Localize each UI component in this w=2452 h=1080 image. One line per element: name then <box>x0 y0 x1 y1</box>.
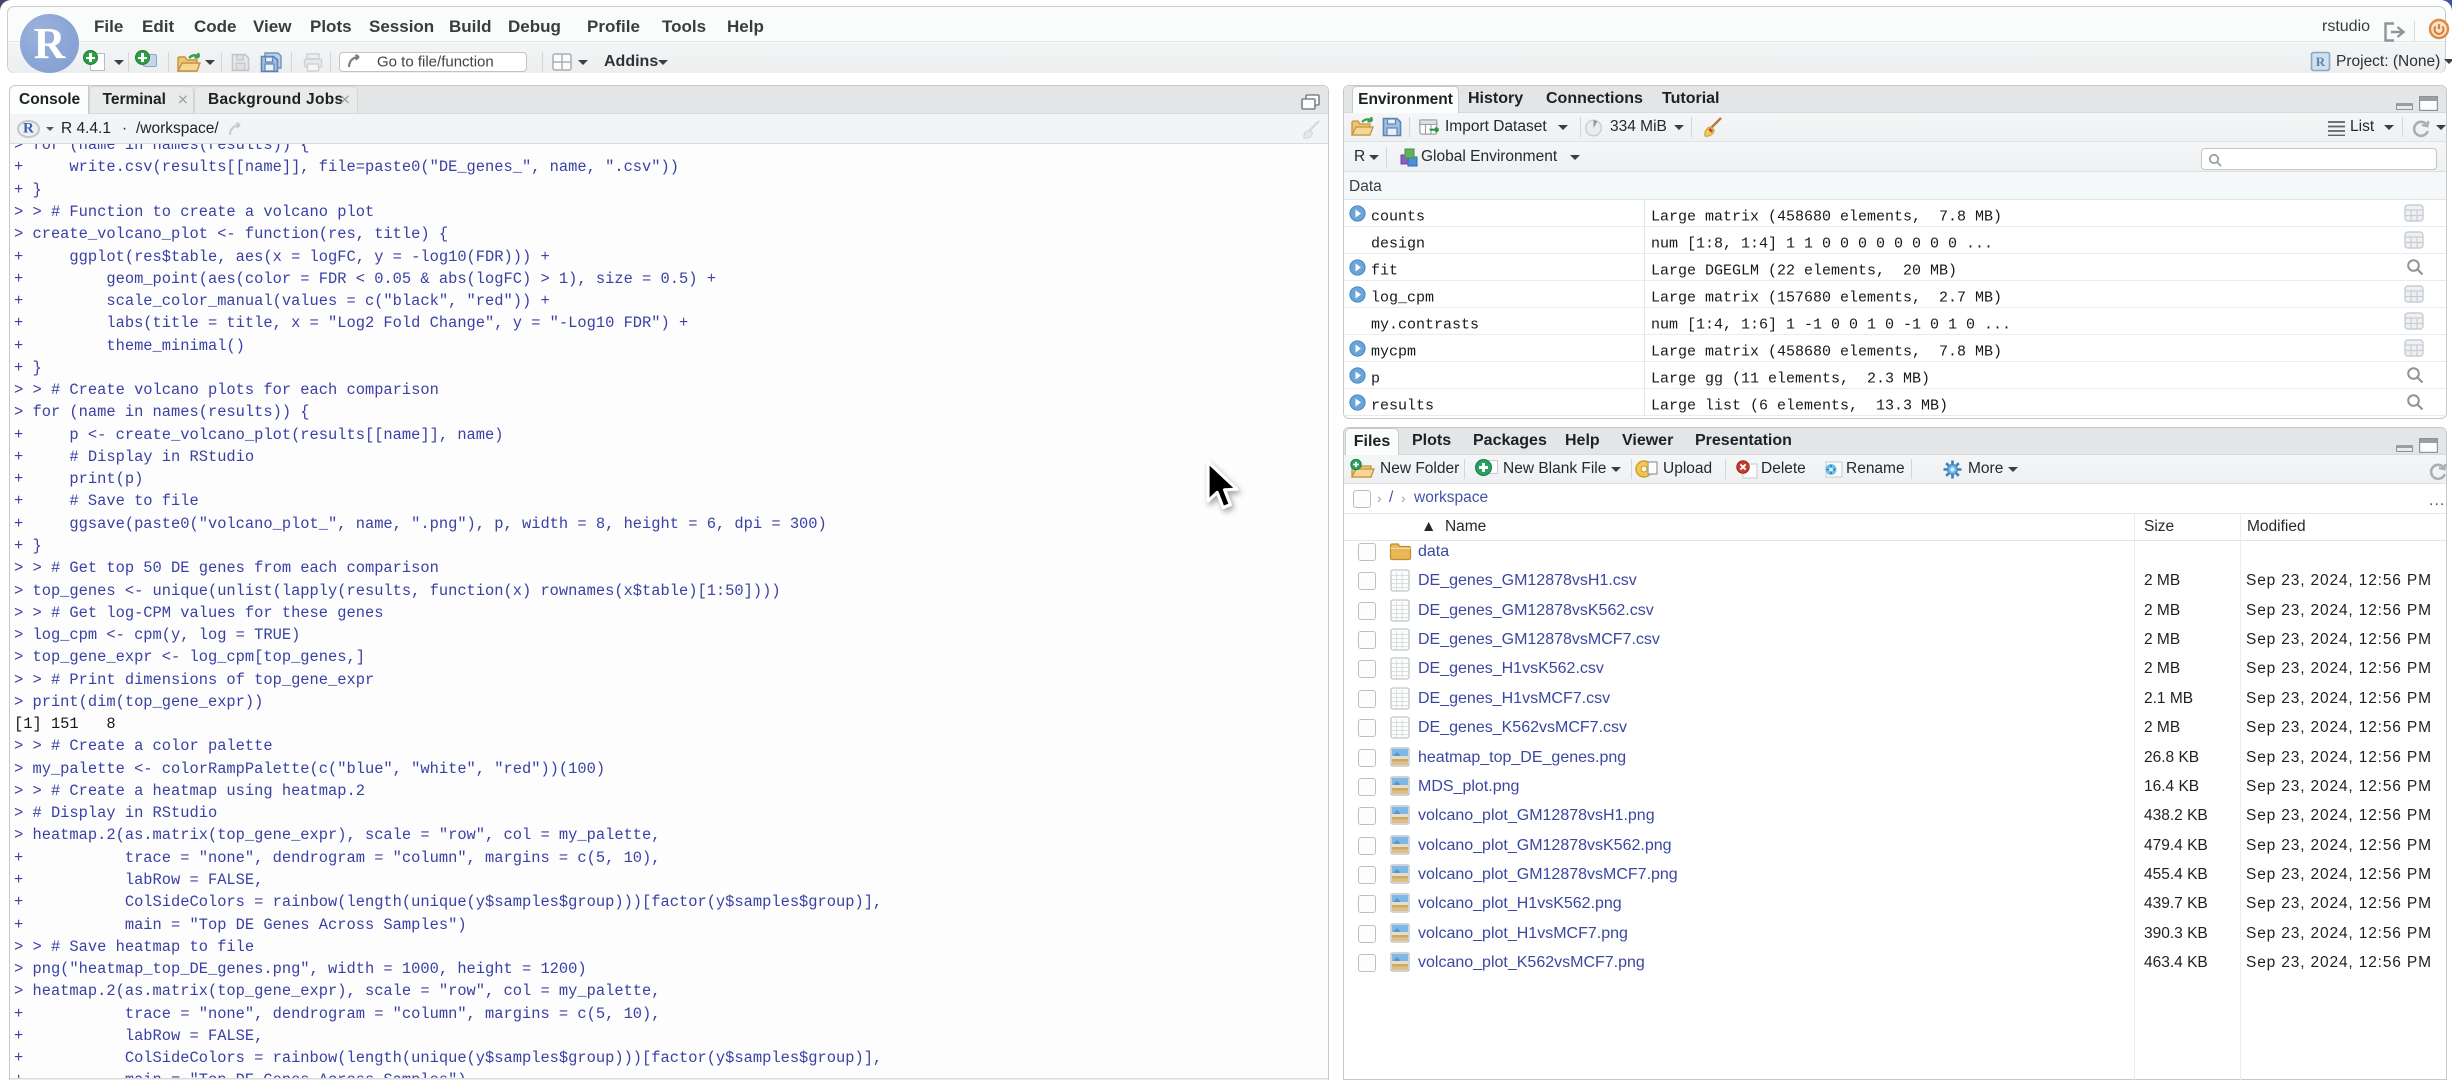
svg-text:R: R <box>2316 54 2326 69</box>
